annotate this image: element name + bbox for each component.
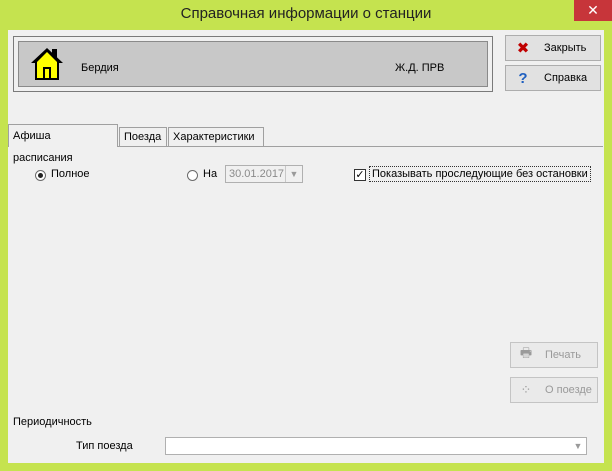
help-button[interactable]: ? Справка bbox=[505, 65, 601, 91]
house-icon bbox=[31, 48, 63, 80]
train-type-label: Тип поезда bbox=[76, 440, 133, 452]
train-type-select[interactable]: ▼ bbox=[165, 437, 587, 455]
chevron-down-icon[interactable]: ▼ bbox=[570, 438, 586, 454]
station-name: Бердия bbox=[81, 62, 119, 74]
tab-characteristics[interactable]: Характеристики bbox=[168, 127, 264, 146]
window-close-button[interactable]: ✕ bbox=[574, 0, 612, 21]
station-panel: Бердия Ж.Д. ПРВ bbox=[13, 36, 493, 92]
show-passing-label[interactable]: Показывать проследующие без остановки bbox=[369, 166, 591, 182]
radio-on-date-label[interactable]: На bbox=[203, 168, 217, 180]
radio-on-date[interactable] bbox=[187, 170, 198, 181]
train-info-button[interactable]: ⁘ О поезде bbox=[510, 377, 598, 403]
printer-icon: 🖶 bbox=[519, 345, 533, 360]
station-info: Бердия Ж.Д. ПРВ bbox=[18, 41, 488, 87]
print-button[interactable]: 🖶 Печать bbox=[510, 342, 598, 368]
close-button-label: Закрыть bbox=[544, 42, 587, 54]
help-button-label: Справка bbox=[544, 72, 588, 84]
close-button[interactable]: ✖ Закрыть bbox=[505, 35, 601, 61]
show-passing-checkbox[interactable]: ✓ bbox=[354, 169, 366, 181]
chevron-down-icon[interactable]: ▼ bbox=[285, 166, 302, 182]
window-border-right bbox=[604, 30, 612, 471]
tab-trains[interactable]: Поезда bbox=[119, 127, 167, 146]
radio-full[interactable] bbox=[35, 170, 46, 181]
window-border-left bbox=[0, 30, 8, 471]
title-bar: Справочная информации о станции ✕ bbox=[0, 0, 612, 30]
periodicity-label: Периодичность bbox=[13, 416, 92, 428]
help-icon: ? bbox=[518, 69, 528, 87]
tab-schedule[interactable]: Афиша расписания bbox=[8, 124, 118, 164]
window-border-bottom bbox=[0, 463, 612, 471]
close-icon: ✖ bbox=[516, 40, 530, 57]
station-code: Ж.Д. ПРВ bbox=[395, 62, 445, 74]
train-info-button-label: О поезде bbox=[545, 384, 592, 396]
tab-panel bbox=[8, 146, 603, 459]
date-picker[interactable]: 30.01.2017 ▼ bbox=[225, 165, 303, 183]
date-value: 30.01.2017 bbox=[229, 168, 285, 180]
radio-full-label[interactable]: Полное bbox=[51, 168, 90, 180]
window-title: Справочная информации о станции bbox=[180, 5, 432, 22]
train-icon: ⁘ bbox=[520, 382, 532, 397]
print-button-label: Печать bbox=[545, 349, 582, 361]
